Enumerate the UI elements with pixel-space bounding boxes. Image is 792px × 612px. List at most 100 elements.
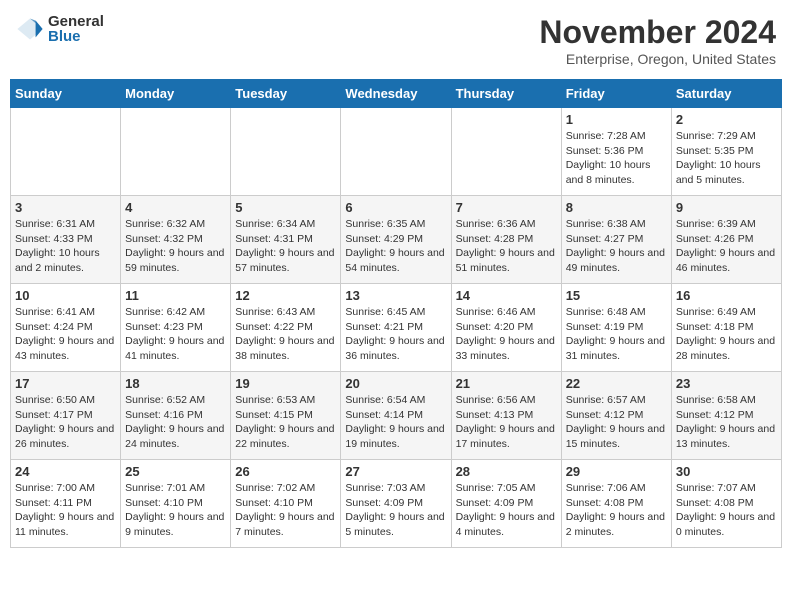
day-number: 16 bbox=[676, 288, 777, 303]
day-number: 22 bbox=[566, 376, 667, 391]
calendar-cell: 30 Sunrise: 7:07 AM Sunset: 4:08 PM Dayli… bbox=[671, 460, 781, 548]
calendar-cell: 11 Sunrise: 6:42 AM Sunset: 4:23 PM Dayli… bbox=[121, 284, 231, 372]
calendar-table: SundayMondayTuesdayWednesdayThursdayFrid… bbox=[10, 79, 782, 548]
calendar-cell: 15 Sunrise: 6:48 AM Sunset: 4:19 PM Dayli… bbox=[561, 284, 671, 372]
calendar-cell: 16 Sunrise: 6:49 AM Sunset: 4:18 PM Dayli… bbox=[671, 284, 781, 372]
week-row-1: 3Sunrise: 6:31 AM Sunset: 4:33 PM Daylig… bbox=[11, 196, 782, 284]
calendar-cell: 24 Sunrise: 7:00 AM Sunset: 4:11 PM Dayli… bbox=[11, 460, 121, 548]
day-number: 14 bbox=[456, 288, 557, 303]
day-info: Sunrise: 7:29 AM Sunset: 5:35 PM Dayligh… bbox=[676, 129, 777, 188]
day-info: Sunrise: 6:32 AM Sunset: 4:32 PM Dayligh… bbox=[125, 217, 226, 276]
calendar-cell: 1 Sunrise: 7:28 AM Sunset: 5:36 PM Daylig… bbox=[561, 108, 671, 196]
day-number: 6 bbox=[345, 200, 446, 215]
day-info: Sunrise: 6:43 AM Sunset: 4:22 PM Dayligh… bbox=[235, 305, 336, 364]
calendar-cell: 2 Sunrise: 7:29 AM Sunset: 5:35 PM Daylig… bbox=[671, 108, 781, 196]
day-number: 27 bbox=[345, 464, 446, 479]
logo-icon bbox=[16, 15, 44, 43]
month-title: November 2024 bbox=[539, 14, 776, 51]
day-number: 11 bbox=[125, 288, 226, 303]
header-sunday: Sunday bbox=[11, 80, 121, 108]
day-info: Sunrise: 6:34 AM Sunset: 4:31 PM Dayligh… bbox=[235, 217, 336, 276]
day-info: Sunrise: 6:49 AM Sunset: 4:18 PM Dayligh… bbox=[676, 305, 777, 364]
header-monday: Monday bbox=[121, 80, 231, 108]
day-info: Sunrise: 6:57 AM Sunset: 4:12 PM Dayligh… bbox=[566, 393, 667, 452]
calendar-cell: 13 Sunrise: 6:45 AM Sunset: 4:21 PM Dayli… bbox=[341, 284, 451, 372]
calendar-cell bbox=[121, 108, 231, 196]
day-number: 18 bbox=[125, 376, 226, 391]
day-number: 2 bbox=[676, 112, 777, 127]
calendar-cell: 17 Sunrise: 6:50 AM Sunset: 4:17 PM Dayli… bbox=[11, 372, 121, 460]
day-info: Sunrise: 6:48 AM Sunset: 4:19 PM Dayligh… bbox=[566, 305, 667, 364]
calendar-cell: 7 Sunrise: 6:36 AM Sunset: 4:28 PM Daylig… bbox=[451, 196, 561, 284]
day-info: Sunrise: 6:56 AM Sunset: 4:13 PM Dayligh… bbox=[456, 393, 557, 452]
day-number: 1 bbox=[566, 112, 667, 127]
day-info: Sunrise: 7:06 AM Sunset: 4:08 PM Dayligh… bbox=[566, 481, 667, 540]
logo-text: General Blue bbox=[48, 14, 104, 44]
header-saturday: Saturday bbox=[671, 80, 781, 108]
header-wednesday: Wednesday bbox=[341, 80, 451, 108]
header-friday: Friday bbox=[561, 80, 671, 108]
day-number: 19 bbox=[235, 376, 336, 391]
calendar-cell: 20 Sunrise: 6:54 AM Sunset: 4:14 PM Dayli… bbox=[341, 372, 451, 460]
calendar-cell: 21Sunrise: 6:56 AM Sunset: 4:13 PM Dayli… bbox=[451, 372, 561, 460]
day-info: Sunrise: 7:07 AM Sunset: 4:08 PM Dayligh… bbox=[676, 481, 777, 540]
calendar-cell: 23 Sunrise: 6:58 AM Sunset: 4:12 PM Dayli… bbox=[671, 372, 781, 460]
header-thursday: Thursday bbox=[451, 80, 561, 108]
day-number: 8 bbox=[566, 200, 667, 215]
day-number: 10 bbox=[15, 288, 116, 303]
calendar-cell: 10 Sunrise: 6:41 AM Sunset: 4:24 PM Dayli… bbox=[11, 284, 121, 372]
title-area: November 2024 Enterprise, Oregon, United… bbox=[539, 14, 776, 67]
week-row-3: 17 Sunrise: 6:50 AM Sunset: 4:17 PM Dayli… bbox=[11, 372, 782, 460]
day-info: Sunrise: 7:02 AM Sunset: 4:10 PM Dayligh… bbox=[235, 481, 336, 540]
day-info: Sunrise: 7:03 AM Sunset: 4:09 PM Dayligh… bbox=[345, 481, 446, 540]
day-info: Sunrise: 6:42 AM Sunset: 4:23 PM Dayligh… bbox=[125, 305, 226, 364]
calendar-cell: 8 Sunrise: 6:38 AM Sunset: 4:27 PM Daylig… bbox=[561, 196, 671, 284]
calendar-cell: 18Sunrise: 6:52 AM Sunset: 4:16 PM Dayli… bbox=[121, 372, 231, 460]
day-info: Sunrise: 6:45 AM Sunset: 4:21 PM Dayligh… bbox=[345, 305, 446, 364]
day-number: 17 bbox=[15, 376, 116, 391]
calendar-cell: 28 Sunrise: 7:05 AM Sunset: 4:09 PM Dayli… bbox=[451, 460, 561, 548]
calendar-header-row: SundayMondayTuesdayWednesdayThursdayFrid… bbox=[11, 80, 782, 108]
day-number: 5 bbox=[235, 200, 336, 215]
day-info: Sunrise: 7:05 AM Sunset: 4:09 PM Dayligh… bbox=[456, 481, 557, 540]
calendar-cell: 12Sunrise: 6:43 AM Sunset: 4:22 PM Dayli… bbox=[231, 284, 341, 372]
header: General Blue November 2024 Enterprise, O… bbox=[10, 10, 782, 71]
day-info: Sunrise: 6:50 AM Sunset: 4:17 PM Dayligh… bbox=[15, 393, 116, 452]
week-row-2: 10 Sunrise: 6:41 AM Sunset: 4:24 PM Dayli… bbox=[11, 284, 782, 372]
day-number: 7 bbox=[456, 200, 557, 215]
day-number: 15 bbox=[566, 288, 667, 303]
calendar-cell: 9Sunrise: 6:39 AM Sunset: 4:26 PM Daylig… bbox=[671, 196, 781, 284]
calendar-cell bbox=[451, 108, 561, 196]
day-info: Sunrise: 6:58 AM Sunset: 4:12 PM Dayligh… bbox=[676, 393, 777, 452]
calendar-cell: 19Sunrise: 6:53 AM Sunset: 4:15 PM Dayli… bbox=[231, 372, 341, 460]
day-info: Sunrise: 6:39 AM Sunset: 4:26 PM Dayligh… bbox=[676, 217, 777, 276]
logo-general-text: General bbox=[48, 14, 104, 29]
day-number: 20 bbox=[345, 376, 446, 391]
calendar-cell: 27 Sunrise: 7:03 AM Sunset: 4:09 PM Dayli… bbox=[341, 460, 451, 548]
calendar-cell: 14Sunrise: 6:46 AM Sunset: 4:20 PM Dayli… bbox=[451, 284, 561, 372]
day-info: Sunrise: 7:01 AM Sunset: 4:10 PM Dayligh… bbox=[125, 481, 226, 540]
calendar-cell: 22 Sunrise: 6:57 AM Sunset: 4:12 PM Dayli… bbox=[561, 372, 671, 460]
day-info: Sunrise: 6:54 AM Sunset: 4:14 PM Dayligh… bbox=[345, 393, 446, 452]
day-info: Sunrise: 6:41 AM Sunset: 4:24 PM Dayligh… bbox=[15, 305, 116, 364]
day-number: 28 bbox=[456, 464, 557, 479]
logo-blue-text: Blue bbox=[48, 29, 104, 44]
day-number: 30 bbox=[676, 464, 777, 479]
calendar-cell: 4Sunrise: 6:32 AM Sunset: 4:32 PM Daylig… bbox=[121, 196, 231, 284]
day-number: 24 bbox=[15, 464, 116, 479]
day-number: 23 bbox=[676, 376, 777, 391]
day-number: 13 bbox=[345, 288, 446, 303]
week-row-4: 24 Sunrise: 7:00 AM Sunset: 4:11 PM Dayli… bbox=[11, 460, 782, 548]
day-info: Sunrise: 6:38 AM Sunset: 4:27 PM Dayligh… bbox=[566, 217, 667, 276]
calendar-cell: 3Sunrise: 6:31 AM Sunset: 4:33 PM Daylig… bbox=[11, 196, 121, 284]
calendar-cell bbox=[341, 108, 451, 196]
calendar-cell: 25Sunrise: 7:01 AM Sunset: 4:10 PM Dayli… bbox=[121, 460, 231, 548]
calendar-cell bbox=[231, 108, 341, 196]
day-info: Sunrise: 6:35 AM Sunset: 4:29 PM Dayligh… bbox=[345, 217, 446, 276]
day-number: 26 bbox=[235, 464, 336, 479]
day-number: 29 bbox=[566, 464, 667, 479]
day-info: Sunrise: 7:28 AM Sunset: 5:36 PM Dayligh… bbox=[566, 129, 667, 188]
calendar-cell: 6 Sunrise: 6:35 AM Sunset: 4:29 PM Daylig… bbox=[341, 196, 451, 284]
day-info: Sunrise: 7:00 AM Sunset: 4:11 PM Dayligh… bbox=[15, 481, 116, 540]
day-info: Sunrise: 6:36 AM Sunset: 4:28 PM Dayligh… bbox=[456, 217, 557, 276]
